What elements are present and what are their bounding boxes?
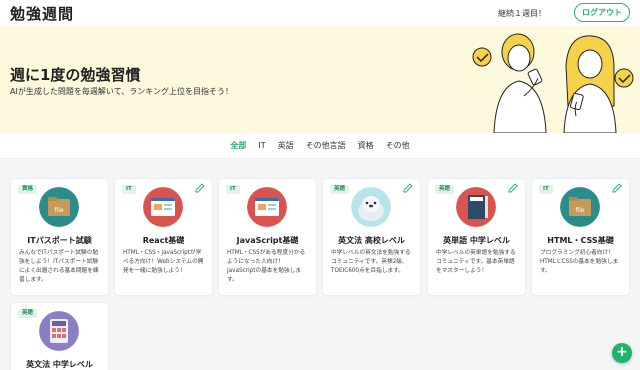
card-title: 英文法 高校レベル <box>338 236 405 245</box>
file-folder-icon: file <box>39 187 79 227</box>
card-description: 中学レベルの英単語を勉強するコミュニティです。基本英単語をマスターしよう！ <box>436 250 516 274</box>
seal-icon <box>351 187 391 227</box>
add-button[interactable]: + <box>612 343 632 363</box>
tab-all[interactable]: 全部 <box>229 140 247 151</box>
category-tabs: 全部 IT 英語 その他言語 資格 その他 <box>0 133 640 159</box>
community-card[interactable]: IT file HTML・CSS基礎 プログラミング初心者向け！HTMLとCSS… <box>532 179 629 295</box>
card-title: ITパスポート試験 <box>27 236 92 245</box>
top-header: 勉強週間 継続１週目！ ログアウト <box>0 0 640 26</box>
card-title: HTML・CSS基礎 <box>547 236 614 245</box>
edit-icon[interactable] <box>195 183 205 193</box>
logout-button[interactable]: ログアウト <box>574 3 630 22</box>
edit-icon[interactable] <box>612 183 622 193</box>
edit-icon[interactable] <box>508 183 518 193</box>
card-description: HTML・CSS・JavaScriptが学べる方向け！Webシステムの開発を一緒… <box>123 250 204 274</box>
community-card[interactable]: IT JavaScript基礎 HTML・CSSがある程度分かるようになった人向… <box>219 179 316 295</box>
edit-icon[interactable] <box>403 183 413 193</box>
category-badge: IT <box>226 185 240 194</box>
web-browser-icon <box>247 187 287 227</box>
community-card[interactable]: 英語 英単語 中学レベル 中学レベルの英単語を勉強するコミュニティです。基本英単… <box>428 179 525 295</box>
streak-text: 継続１週目！ <box>498 9 546 18</box>
card-description: みんなでITパスポート試験の勉強をしよう！ITパスポート試験によく出題される基本… <box>19 250 99 283</box>
tab-certifications[interactable]: 資格 <box>357 140 375 151</box>
app-logo[interactable]: 勉強週間 <box>10 3 74 24</box>
tab-other-languages[interactable]: その他言語 <box>305 140 347 151</box>
category-badge: 英語 <box>435 185 455 194</box>
community-card[interactable]: 英語 英文法 高校レベル 中学レベルの英文法を勉強するコミュニティです。英検2級… <box>323 179 420 295</box>
card-title: JavaScript基礎 <box>236 236 299 245</box>
svg-text:file: file <box>54 207 63 214</box>
file-folder-icon: file <box>560 187 600 227</box>
category-badge: IT <box>122 185 136 194</box>
community-card[interactable]: IT React基礎 HTML・CSS・JavaScriptが学べる方向け！We… <box>115 179 212 295</box>
card-title: 英単語 中学レベル <box>443 236 510 245</box>
hero-banner: 週に1度の勉強習慣 AIが生成した問題を毎週解いて、ランキング上位を目指そう！ <box>0 26 640 133</box>
tab-it[interactable]: IT <box>257 141 266 150</box>
category-badge: 英語 <box>18 309 38 318</box>
web-browser-icon <box>143 187 183 227</box>
community-card[interactable]: 英語 英文法 中学レベル <box>11 303 108 370</box>
hero-subtitle: AIが生成した問題を毎週解いて、ランキング上位を目指そう！ <box>10 87 233 96</box>
card-description: プログラミング初心者向け！HTMLとCSSの基本を勉強します。 <box>540 250 619 274</box>
hero-title: 週に1度の勉強習慣 <box>10 66 141 84</box>
tab-other[interactable]: その他 <box>385 140 411 151</box>
svg-text:file: file <box>575 207 584 214</box>
category-badge: 英語 <box>330 185 350 194</box>
tab-english[interactable]: 英語 <box>277 140 295 151</box>
card-description: HTML・CSSがある程度分かるようになった人向け！JavaScriptの基本を… <box>227 250 306 283</box>
card-title: React基礎 <box>142 236 185 245</box>
community-card[interactable]: 資格 file ITパスポート試験 みんなでITパスポート試験の勉強をしよう！I… <box>11 179 108 295</box>
card-title: 英文法 中学レベル <box>26 360 93 369</box>
card-description: 中学レベルの英文法を勉強するコミュニティです。英検2級、TOEIC600点を目指… <box>331 250 411 274</box>
calculator-icon <box>39 311 79 351</box>
category-badge: 資格 <box>18 185 38 194</box>
category-badge: IT <box>539 185 553 194</box>
hero-illustration <box>472 33 634 133</box>
book-icon <box>456 187 496 227</box>
